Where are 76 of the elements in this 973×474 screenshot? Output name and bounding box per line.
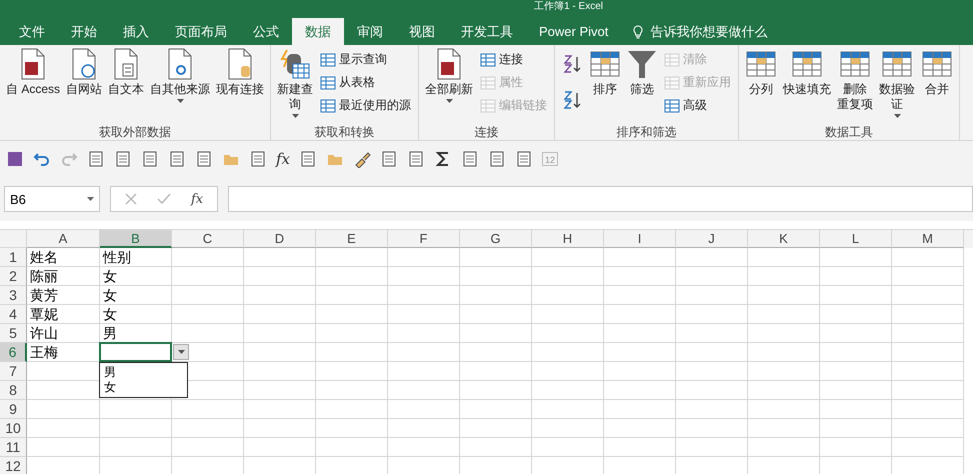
grid-cell: 覃妮 [27,305,100,324]
ribbon-button[interactable]: 排序 [586,48,624,124]
row-header[interactable]: 1 [0,248,27,267]
column-header[interactable]: L [820,230,892,248]
ribbon-tab[interactable]: 页面布局 [162,18,240,45]
ribbon-tab[interactable]: 文件 [6,18,58,45]
grid-cell: 姓名 [27,248,100,267]
column-header[interactable]: M [892,230,964,248]
ribbon-button[interactable]: 筛选 [624,48,660,124]
ribbon-button[interactable]: 自 Access [3,48,64,124]
ribbon-tab[interactable]: 公式 [240,18,292,45]
ribbon-tab[interactable]: 视图 [396,18,448,45]
ribbon-button[interactable]: 高级 [660,94,736,117]
ribbon-tab[interactable]: 审阅 [344,18,396,45]
row-header[interactable]: 5 [0,324,27,343]
ribbon-tab[interactable]: Power Pivot [526,18,622,45]
column-header[interactable]: I [604,230,676,248]
ribbon-button[interactable]: 合并 [918,48,956,124]
ribbon-button[interactable]: 新建查 询 [274,48,316,124]
column-header[interactable]: G [460,230,532,248]
ribbon-tab[interactable]: 开始 [58,18,110,45]
ribbon-button[interactable]: 自文本 [105,48,148,124]
ribbon-button[interactable]: 自其他来源 [147,48,214,124]
ribbon-button[interactable]: 分列 [742,48,780,124]
row-header[interactable]: 11 [0,438,27,457]
column-header[interactable]: D [244,230,316,248]
ribbon-tab[interactable]: 数据 [292,18,344,45]
column-header[interactable]: B [100,230,172,248]
column-header[interactable]: J [676,230,748,248]
name-box[interactable]: B6 [4,186,100,212]
row-header[interactable]: 9 [0,400,27,419]
ribbon-button[interactable]: 显示查询 [316,48,416,71]
grid-cell: 王梅 [27,343,100,362]
window-title: 工作簿1 - Excel [534,0,603,14]
group-label: 连接 [474,124,500,141]
ribbon-button[interactable]: 最近使用的源 [316,94,416,117]
grid-cell: 女 [100,267,172,286]
row-header[interactable]: 4 [0,305,27,324]
insert-function-button[interactable]: fx [276,150,290,168]
grid-cell: 陈丽 [27,267,100,286]
ribbon-tab[interactable]: 开发工具 [448,18,526,45]
ribbon-button[interactable]: 快速填充 [780,48,834,124]
ribbon-button[interactable]: 自网站 [63,48,106,124]
group-label: 获取外部数据 [98,124,172,141]
grid-cell: 女 [100,286,172,305]
grid-cell: 性别 [100,248,172,267]
ribbon-button[interactable]: 现有连接 [213,48,268,124]
row-header[interactable]: 8 [0,381,27,400]
ribbon-tab[interactable]: 插入 [110,18,162,45]
group-label: 排序和筛选 [616,124,678,141]
ribbon-button[interactable]: 全部刷新 [422,48,476,124]
row-header[interactable]: 3 [0,286,27,305]
column-header[interactable]: H [532,230,604,248]
ribbon-button[interactable]: 连接 [476,48,552,71]
column-header[interactable]: E [316,230,388,248]
grid-cell: 许山 [27,324,100,343]
insert-function-button[interactable]: fx [191,192,204,206]
grid-cell: 女 [100,305,172,324]
row-header[interactable]: 6 [0,343,27,362]
row-header[interactable]: 2 [0,267,27,286]
ribbon-button[interactable]: 数据验 证 [876,48,918,124]
group-label: 获取和转换 [314,124,376,141]
column-header[interactable]: F [388,230,460,248]
row-header[interactable]: 12 [0,457,27,474]
dropdown-option[interactable]: 男 [104,365,183,380]
column-header[interactable]: C [172,230,244,248]
ribbon-button[interactable]: 从表格 [316,71,416,94]
row-header[interactable]: 10 [0,419,27,438]
grid-cell: 黄芳 [27,286,100,305]
group-label: 数据工具 [824,124,874,141]
column-header[interactable]: K [748,230,820,248]
ribbon-button[interactable]: 删除 重复项 [834,48,876,124]
dropdown-option[interactable]: 女 [104,380,183,395]
tell-me-field[interactable]: 告诉我你想要做什么 [633,18,802,45]
row-header[interactable]: 7 [0,362,27,381]
grid-cell: 男 [100,324,172,343]
